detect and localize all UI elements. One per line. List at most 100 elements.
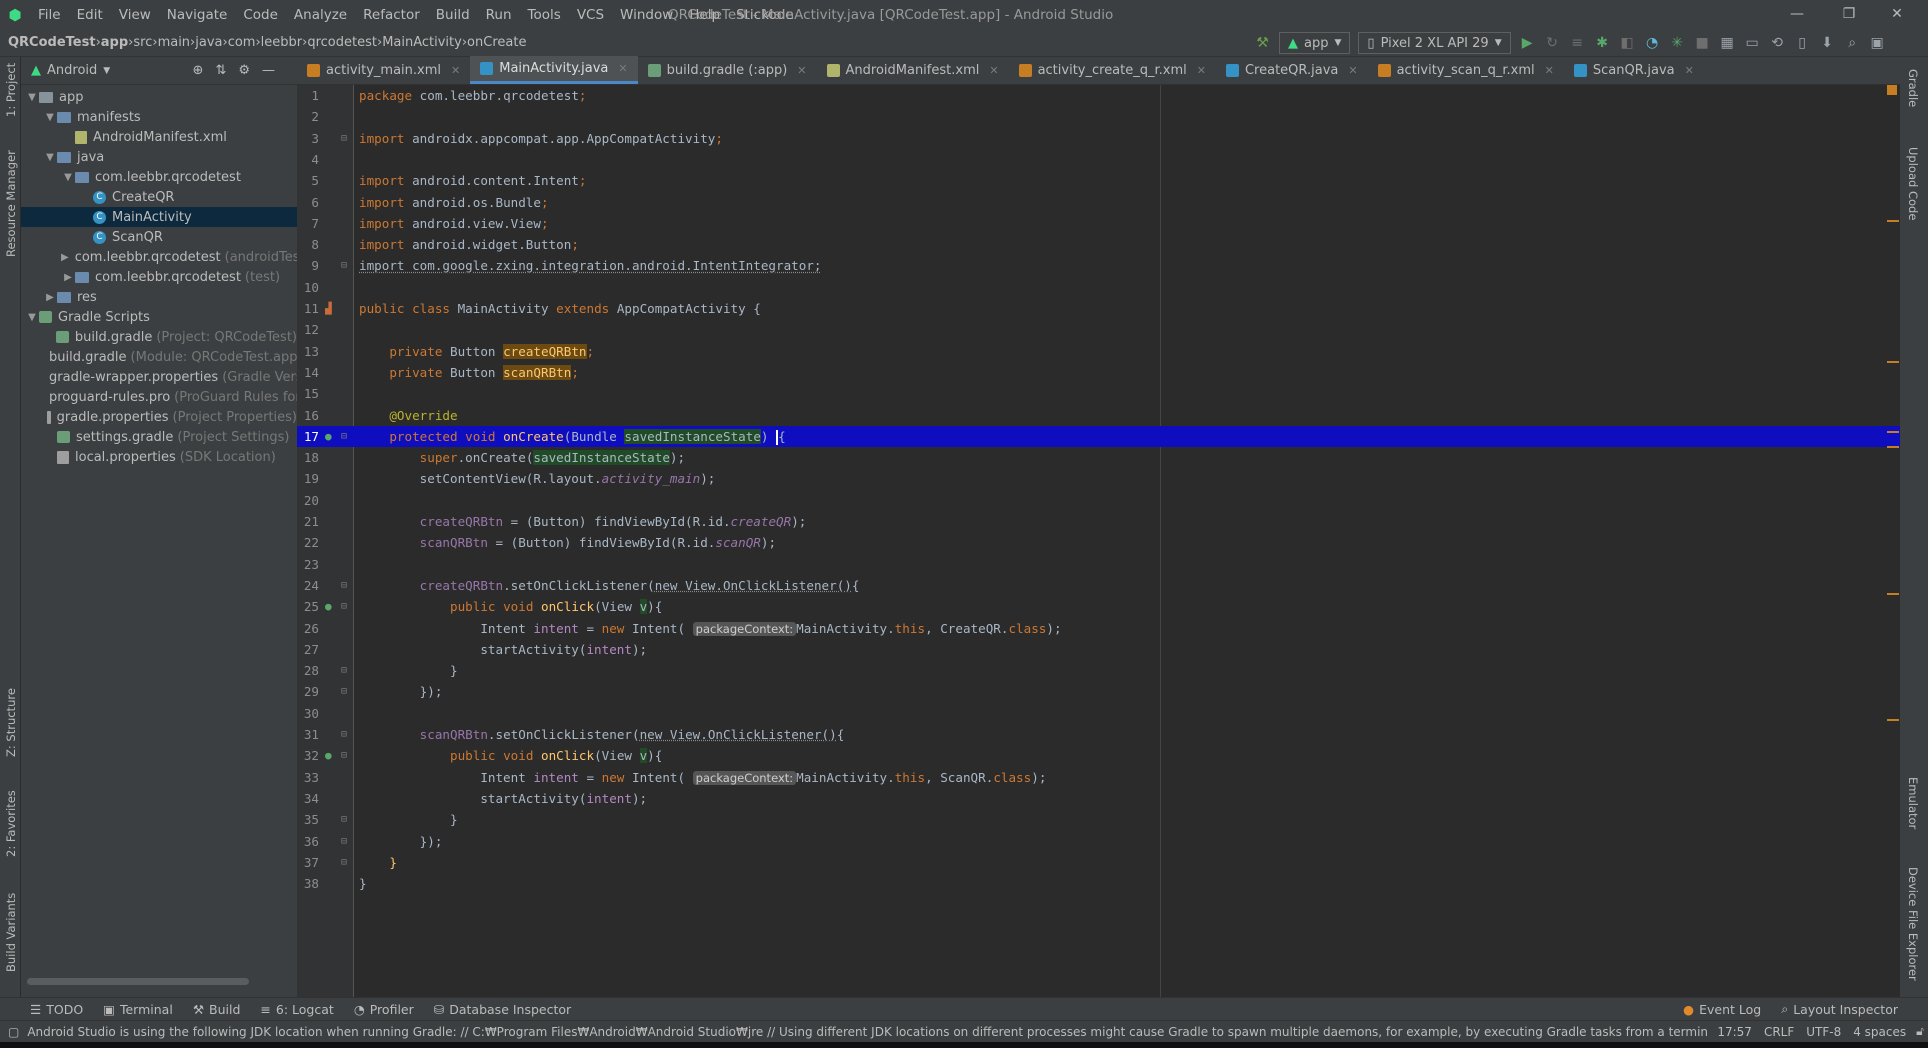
fold-icon[interactable]: ⊟ bbox=[341, 426, 347, 447]
fold-icon[interactable]: ⊟ bbox=[341, 596, 347, 617]
menu-vcs[interactable]: VCS bbox=[569, 7, 612, 23]
warning-stripe-mark[interactable] bbox=[1887, 593, 1899, 596]
breadcrumb-item[interactable]: src bbox=[133, 35, 152, 50]
project-tree-item[interactable]: local.properties (SDK Location) bbox=[21, 447, 297, 467]
fold-icon[interactable]: ⊟ bbox=[341, 745, 347, 766]
emulator-tool-tab[interactable]: Emulator bbox=[1906, 777, 1920, 829]
logcat-tool-button[interactable]: ≡ 6: Logcat bbox=[260, 1002, 333, 1017]
editor-tab[interactable]: activity_create_q_r.xml ✕ bbox=[1009, 56, 1216, 84]
breadcrumb-item[interactable]: com bbox=[228, 35, 256, 50]
device-file-explorer-tool-tab[interactable]: Device File Explorer bbox=[1906, 867, 1920, 981]
project-tree-item[interactable]: C CreateQR bbox=[21, 187, 297, 207]
override-marker-icon[interactable]: ● bbox=[325, 426, 332, 447]
close-tab-icon[interactable]: ✕ bbox=[1348, 64, 1357, 77]
breadcrumb-item[interactable]: leebbr bbox=[261, 35, 302, 50]
build-variants-tool-tab[interactable]: Build Variants bbox=[4, 893, 18, 972]
project-tree-item[interactable]: gradle-wrapper.properties(Gradle Versio bbox=[21, 367, 297, 387]
expand-right-icon[interactable]: ▶ bbox=[43, 292, 57, 303]
avd-manager-icon[interactable]: ▯ bbox=[1790, 31, 1815, 55]
terminal-tool-button[interactable]: ▣ Terminal bbox=[103, 1002, 173, 1017]
caret-position[interactable]: 17:57 bbox=[1717, 1025, 1752, 1039]
project-tree-item[interactable]: C MainActivity bbox=[21, 207, 297, 227]
indent-setting[interactable]: 4 spaces bbox=[1853, 1025, 1906, 1039]
expand-down-icon[interactable]: ▼ bbox=[25, 312, 39, 323]
run-config-select[interactable]: ▲ app ▼ bbox=[1279, 32, 1351, 54]
sdk-manager-icon[interactable]: ⬇ bbox=[1815, 31, 1840, 55]
gear-icon[interactable]: ⚙ bbox=[238, 63, 262, 78]
maximize-button[interactable]: ❐ bbox=[1826, 0, 1872, 29]
project-tree-item[interactable]: AndroidManifest.xml bbox=[21, 127, 297, 147]
fold-icon[interactable]: ⊟ bbox=[341, 809, 347, 830]
close-tab-icon[interactable]: ✕ bbox=[989, 64, 998, 77]
editor-tab[interactable]: AndroidManifest.xml ✕ bbox=[817, 56, 1009, 84]
expand-right-icon[interactable]: ▶ bbox=[61, 272, 75, 283]
status-message[interactable]: Android Studio is using the following JD… bbox=[27, 1025, 1707, 1039]
warning-stripe-mark[interactable] bbox=[1887, 431, 1899, 434]
horizontal-scrollbar[interactable] bbox=[27, 978, 249, 985]
project-tree-item[interactable]: build.gradle (Project: QRCodeTest) bbox=[21, 327, 297, 347]
fold-icon[interactable]: ⊟ bbox=[341, 831, 347, 852]
menu-refactor[interactable]: Refactor bbox=[355, 7, 428, 23]
minimize-button[interactable]: — bbox=[1774, 0, 1820, 29]
layout-inspector-tool-button[interactable]: ⌕ Layout Inspector bbox=[1781, 1001, 1898, 1017]
project-tree-item[interactable]: ▼ com.leebbr.qrcodetest bbox=[21, 167, 297, 187]
project-tree-item[interactable]: ▼ Gradle Scripts bbox=[21, 307, 297, 327]
device-select[interactable]: ▯ Pixel 2 XL API 29 ▼ bbox=[1358, 32, 1511, 54]
project-tree-item[interactable]: ▶ res bbox=[21, 287, 297, 307]
warning-indicator-icon[interactable] bbox=[1887, 85, 1897, 95]
upload-code-tool-tab[interactable]: Upload Code bbox=[1906, 147, 1920, 220]
editor-tab[interactable]: ScanQR.java ✕ bbox=[1564, 56, 1704, 84]
override-marker-icon[interactable]: ● bbox=[325, 596, 332, 617]
fold-icon[interactable]: ⊟ bbox=[341, 660, 347, 681]
code-editor[interactable]: 1 package com.leebbr.qrcodetest; 2 3 ⊟ import… bbox=[297, 85, 1900, 997]
fold-icon[interactable]: ⊟ bbox=[341, 681, 347, 702]
warning-stripe-mark[interactable] bbox=[1887, 719, 1899, 722]
editor-tab[interactable]: activity_main.xml ✕ bbox=[297, 56, 470, 84]
close-button[interactable]: ✕ bbox=[1874, 0, 1920, 29]
expand-right-icon[interactable]: ▶ bbox=[61, 252, 69, 263]
close-tab-icon[interactable]: ✕ bbox=[1685, 64, 1694, 77]
editor-tab[interactable]: MainActivity.java ✕ bbox=[470, 56, 638, 84]
fold-icon[interactable]: ⊟ bbox=[341, 255, 347, 276]
breadcrumb-item[interactable]: app bbox=[101, 35, 128, 50]
breadcrumb-item[interactable]: MainActivity bbox=[382, 35, 462, 50]
profiler-tool-button[interactable]: ◔ Profiler bbox=[354, 1002, 414, 1017]
error-stripe[interactable] bbox=[1887, 85, 1900, 997]
attach-debugger-icon[interactable]: ✳ bbox=[1665, 31, 1690, 55]
menu-edit[interactable]: Edit bbox=[69, 7, 111, 23]
run-icon[interactable]: ▶ bbox=[1515, 31, 1540, 55]
stop-icon[interactable]: ■ bbox=[1690, 31, 1715, 55]
todo-tool-button[interactable]: ☰ TODO bbox=[30, 1002, 83, 1017]
menu-view[interactable]: View bbox=[111, 7, 159, 23]
debug-icon[interactable]: ✱ bbox=[1590, 31, 1615, 55]
project-tree-item[interactable]: ▼ app bbox=[21, 87, 297, 107]
project-tree-item[interactable]: gradle.properties (Project Properties) bbox=[21, 407, 297, 427]
fold-icon[interactable]: ⊟ bbox=[341, 575, 347, 596]
line-separator[interactable]: CRLF bbox=[1764, 1025, 1794, 1039]
resource-manager-tool-tab[interactable]: Resource Manager bbox=[4, 150, 18, 257]
database-inspector-tool-button[interactable]: ⛁ Database Inspector bbox=[434, 1002, 571, 1017]
favorites-tool-tab[interactable]: 2: Favorites bbox=[4, 790, 18, 857]
apply-changes-icon[interactable]: ≡ bbox=[1565, 31, 1590, 55]
project-tree-item[interactable]: ▶ com.leebbr.qrcodetest(androidTest) bbox=[21, 247, 297, 267]
project-tree-item[interactable]: settings.gradle (Project Settings) bbox=[21, 427, 297, 447]
file-encoding[interactable]: UTF-8 bbox=[1806, 1025, 1841, 1039]
close-tab-icon[interactable]: ✕ bbox=[797, 64, 806, 77]
fold-icon[interactable]: ⊟ bbox=[341, 128, 347, 149]
event-log-tool-button[interactable]: ● Event Log bbox=[1683, 1001, 1761, 1017]
chevron-down-icon[interactable]: ▼ bbox=[103, 66, 110, 76]
menu-build[interactable]: Build bbox=[428, 7, 478, 23]
override-marker-icon[interactable]: ● bbox=[325, 745, 332, 766]
close-tab-icon[interactable]: ✕ bbox=[618, 62, 627, 75]
warning-stripe-mark[interactable] bbox=[1887, 445, 1899, 448]
close-tab-icon[interactable]: ✕ bbox=[1197, 64, 1206, 77]
editor-tab[interactable]: CreateQR.java ✕ bbox=[1216, 56, 1368, 84]
project-tree-item[interactable]: ▼ java bbox=[21, 147, 297, 167]
layout-icon[interactable]: ▭ bbox=[1740, 31, 1765, 55]
sync-gradle-icon[interactable]: ⟲ bbox=[1765, 31, 1790, 55]
expand-down-icon[interactable]: ▼ bbox=[43, 152, 57, 163]
breadcrumb-item[interactable]: qrcodetest bbox=[307, 35, 377, 50]
warning-stripe-mark[interactable] bbox=[1887, 220, 1899, 223]
warning-stripe-mark[interactable] bbox=[1887, 360, 1899, 363]
structure-tool-tab[interactable]: Z: Structure bbox=[4, 688, 18, 757]
